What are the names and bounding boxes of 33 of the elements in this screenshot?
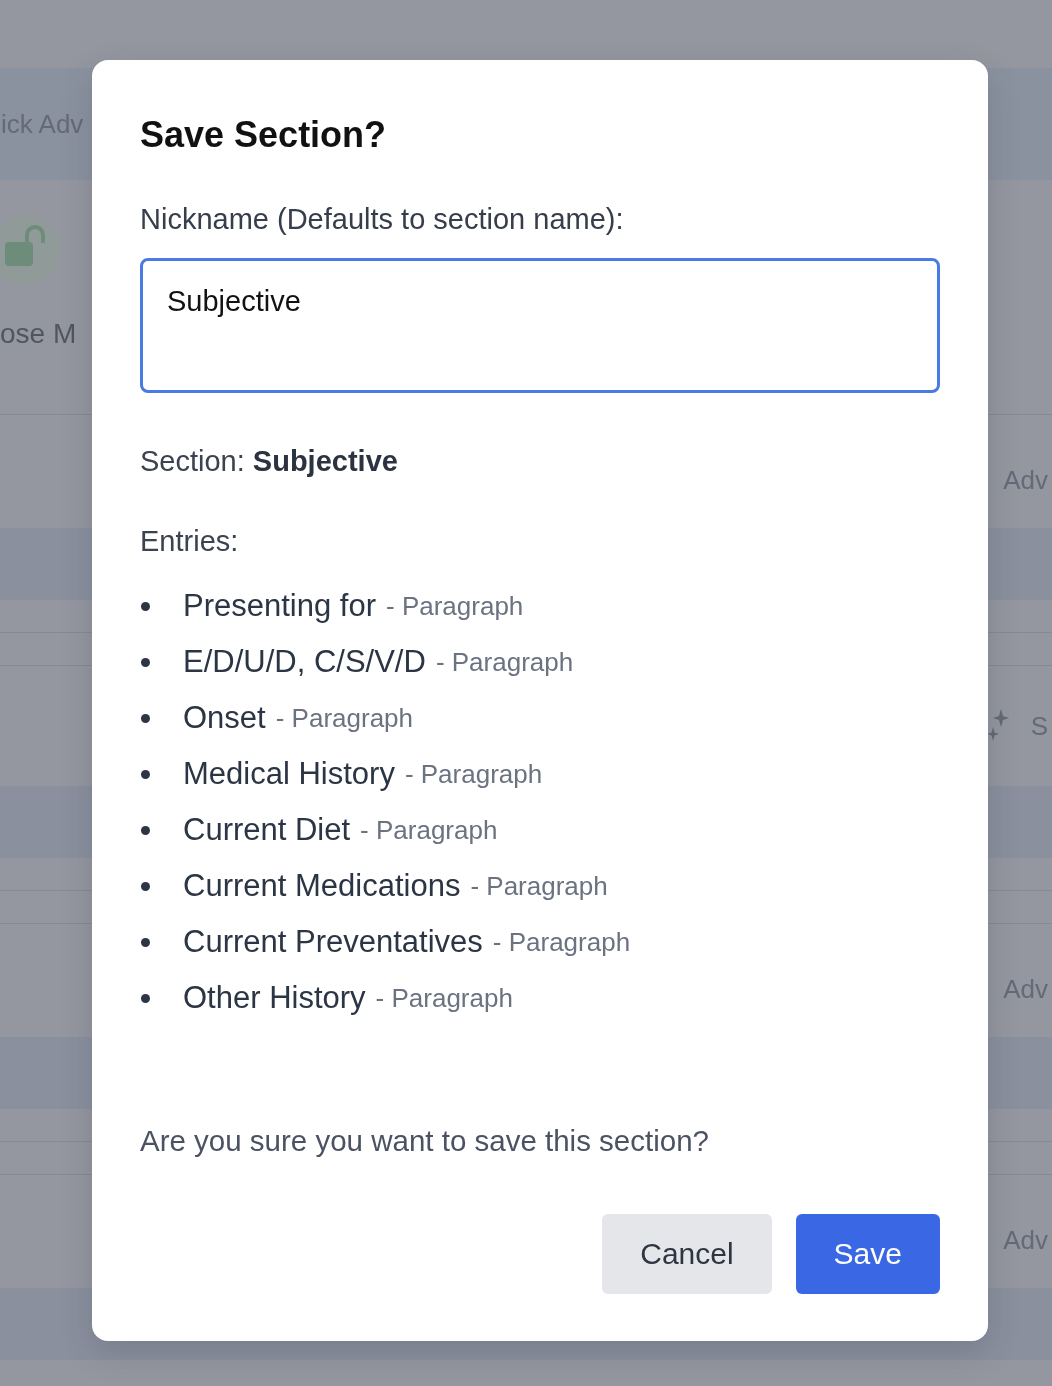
bullet-icon	[141, 825, 150, 835]
nickname-field[interactable]: Subjective	[140, 258, 940, 393]
bullet-icon	[141, 937, 150, 947]
entry-type: - Paragraph	[386, 590, 524, 622]
entry-name: Presenting for	[183, 588, 376, 624]
bullet-icon	[141, 993, 150, 1003]
entry-type: - Paragraph	[470, 870, 608, 902]
entry-name: Current Medications	[183, 868, 461, 904]
entry-type: - Paragraph	[435, 646, 574, 678]
background-text: ose M	[0, 318, 77, 350]
entry-name: Onset	[183, 700, 266, 736]
save-button[interactable]: Save	[795, 1214, 940, 1294]
entry-name: Current Diet	[183, 812, 351, 848]
cancel-button[interactable]: Cancel	[602, 1214, 772, 1294]
entry-type: - Paragraph	[375, 982, 513, 1014]
dialog-title: Save Section?	[140, 113, 388, 157]
bullet-icon	[141, 657, 150, 667]
entry-type: - Paragraph	[275, 702, 414, 734]
entry-name: Current Preventatives	[183, 924, 483, 960]
entry-type: - Paragraph	[492, 926, 631, 958]
entry-type: - Paragraph	[404, 758, 543, 790]
field-label: Nickname (Defaults to section name):	[140, 202, 625, 237]
bullet-icon	[141, 769, 150, 779]
entries-label: Entries:	[140, 524, 240, 559]
entry-name: Medical History	[183, 756, 395, 792]
entry-name: E/D/U/D, C/S/V/D	[183, 644, 426, 680]
entry-type: - Paragraph	[360, 814, 498, 846]
bullet-icon	[141, 881, 150, 891]
bullet-icon	[141, 713, 150, 723]
bullet-icon	[141, 601, 150, 611]
entry-name: Other History	[183, 980, 366, 1016]
section-line: Section: Subjective	[140, 444, 399, 479]
confirm-text: Are you sure you want to save this section?	[140, 1123, 710, 1159]
